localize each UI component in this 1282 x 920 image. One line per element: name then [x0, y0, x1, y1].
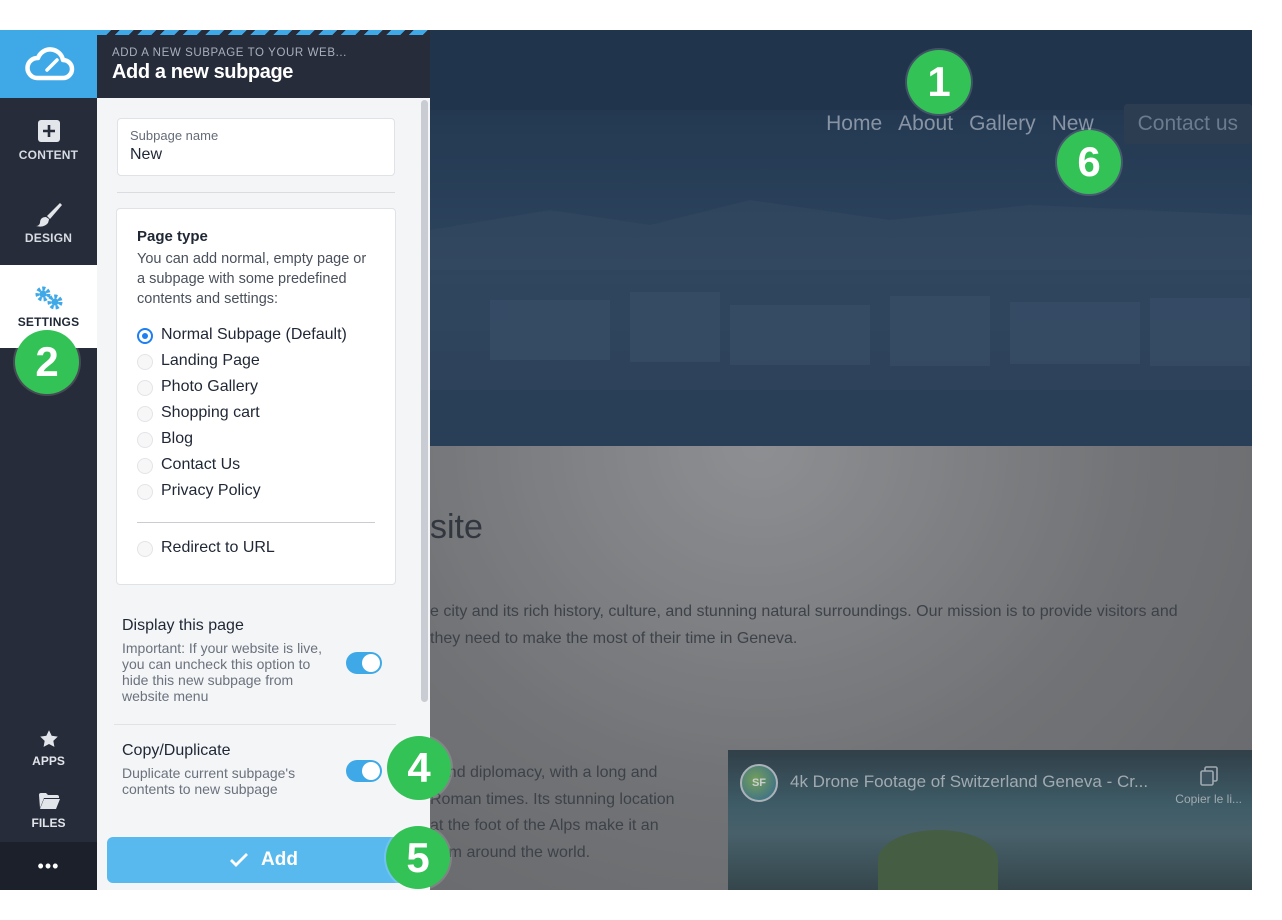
left-rail: CONTENT DESIGN SETTINGS APPS FILES •••: [0, 30, 97, 890]
cloud-logo[interactable]: [0, 30, 97, 98]
site-paragraph-2-line1: , and diplomacy, with a long and: [430, 764, 658, 781]
option-landing-page[interactable]: Landing Page: [137, 352, 260, 370]
rail-design[interactable]: DESIGN: [0, 181, 97, 264]
callout-4: 4: [387, 736, 451, 800]
option-label: Normal Subpage (Default): [161, 326, 347, 343]
section-divider: [114, 724, 396, 725]
radio-selected[interactable]: [137, 328, 153, 344]
plus-box-icon: [37, 118, 60, 144]
star-icon: [39, 728, 59, 750]
callout-1: 1: [907, 50, 971, 114]
option-blog[interactable]: Blog: [137, 430, 193, 448]
duplicate-title: Copy/Duplicate: [122, 742, 231, 759]
add-button[interactable]: Add: [107, 837, 420, 883]
display-page-description: Important: If your website is live, you …: [122, 640, 322, 704]
option-label: Contact Us: [161, 456, 241, 473]
page-type-card: Page type You can add normal, empty page…: [116, 208, 396, 585]
options-separator: [137, 522, 375, 523]
option-label: Photo Gallery: [161, 378, 258, 395]
folder-icon: [38, 790, 60, 812]
panel-title: Add a new subpage: [112, 61, 294, 83]
display-page-section: Display this page Important: If your web…: [122, 617, 322, 704]
site-paragraph: e city and its rich history, culture, an…: [430, 598, 1178, 652]
site-paragraph-line2: they need to make the most of their time…: [430, 630, 798, 647]
rail-apps[interactable]: APPS: [0, 728, 97, 768]
option-photo-gallery[interactable]: Photo Gallery: [137, 378, 258, 396]
page-type-description: You can add normal, empty page or a subp…: [137, 251, 367, 307]
rail-files-label: FILES: [31, 816, 66, 830]
site-paragraph-2-line2: Roman times. Its stunning location: [430, 790, 675, 808]
duplicate-toggle[interactable]: [346, 760, 382, 782]
panel-header: ADD A NEW SUBPAGE TO YOUR WEB... Add a n…: [97, 30, 485, 98]
rail-design-label: DESIGN: [24, 230, 73, 245]
subpage-name-label: Subpage name: [130, 128, 219, 143]
page-type-heading: Page type: [137, 228, 208, 245]
brush-icon: [35, 201, 62, 227]
city-skyline-image: [430, 30, 1252, 446]
option-label: Redirect to URL: [161, 539, 275, 556]
rail-apps-label: APPS: [32, 754, 65, 768]
video-embed[interactable]: SF 4k Drone Footage of Switzerland Genev…: [728, 750, 1252, 890]
app-window: CONTENT DESIGN SETTINGS APPS FILES ••• A…: [0, 30, 1252, 890]
rail-content-label: CONTENT: [18, 147, 79, 162]
option-redirect-url[interactable]: Redirect to URL: [137, 539, 275, 557]
video-title[interactable]: 4k Drone Footage of Switzerland Geneva -…: [790, 772, 1148, 792]
callout-5: 5: [386, 826, 450, 889]
option-label: Shopping cart: [161, 404, 260, 421]
radio[interactable]: [137, 541, 153, 557]
site-paragraph-line1: e city and its rich history, culture, an…: [430, 603, 1178, 620]
check-icon: [230, 853, 249, 867]
channel-avatar[interactable]: SF: [740, 764, 778, 802]
copy-link-button[interactable]: Copier le li...: [1175, 766, 1242, 806]
callout-2: 2: [15, 330, 79, 394]
option-label: Blog: [161, 430, 194, 447]
radio[interactable]: [137, 380, 153, 396]
panel-scrollbar[interactable]: [421, 100, 428, 702]
callout-6: 6: [1057, 130, 1121, 194]
cloud-icon: [24, 47, 74, 81]
hero-image: Home About Gallery New Contact us: [430, 30, 1252, 446]
add-button-label: Add: [261, 849, 298, 870]
option-label: Landing Page: [161, 352, 260, 369]
option-normal-subpage[interactable]: Normal Subpage (Default): [137, 326, 347, 344]
site-paragraph-2-line4: from around the world.: [430, 843, 591, 861]
display-page-toggle[interactable]: [346, 652, 382, 674]
nav-gallery[interactable]: Gallery: [969, 112, 1036, 136]
option-contact-us[interactable]: Contact Us: [137, 456, 240, 474]
more-menu[interactable]: •••: [0, 842, 97, 890]
copy-link-label: Copier le li...: [1175, 792, 1242, 806]
video-island-image: [878, 830, 998, 890]
site-preview: Home About Gallery New Contact us site e…: [430, 30, 1252, 890]
radio[interactable]: [137, 458, 153, 474]
rail-settings-label: SETTINGS: [17, 314, 80, 329]
option-privacy-policy[interactable]: Privacy Policy: [137, 482, 261, 500]
duplicate-section: Copy/Duplicate Duplicate current subpage…: [122, 742, 332, 797]
rail-content[interactable]: CONTENT: [0, 98, 97, 181]
duplicate-description: Duplicate current subpage's contents to …: [122, 765, 296, 797]
site-nav: Home About Gallery New Contact us: [826, 104, 1252, 144]
site-headline: site: [430, 508, 483, 546]
display-page-title: Display this page: [122, 617, 244, 634]
subpage-name-input[interactable]: [130, 146, 380, 164]
site-paragraph-2-line3: at the foot of the Alps make it an: [430, 817, 659, 834]
option-label: Privacy Policy: [161, 482, 261, 499]
nav-about[interactable]: About: [898, 112, 953, 136]
copy-icon: [1199, 766, 1218, 786]
rail-files[interactable]: FILES: [0, 790, 97, 830]
radio[interactable]: [137, 484, 153, 500]
gears-icon: [32, 285, 66, 311]
radio[interactable]: [137, 406, 153, 422]
divider: [117, 192, 395, 193]
option-shopping-cart[interactable]: Shopping cart: [137, 404, 260, 422]
subpage-name-field[interactable]: Subpage name: [117, 118, 395, 176]
radio[interactable]: [137, 354, 153, 370]
panel-subtitle: ADD A NEW SUBPAGE TO YOUR WEB...: [112, 47, 347, 59]
more-icon: •••: [37, 855, 60, 876]
radio[interactable]: [137, 432, 153, 448]
header-stripes: [97, 30, 430, 35]
site-paragraph-2: , and diplomacy, with a long and Roman t…: [430, 760, 675, 866]
nav-home[interactable]: Home: [826, 112, 882, 136]
nav-contact-button[interactable]: Contact us: [1123, 104, 1252, 144]
